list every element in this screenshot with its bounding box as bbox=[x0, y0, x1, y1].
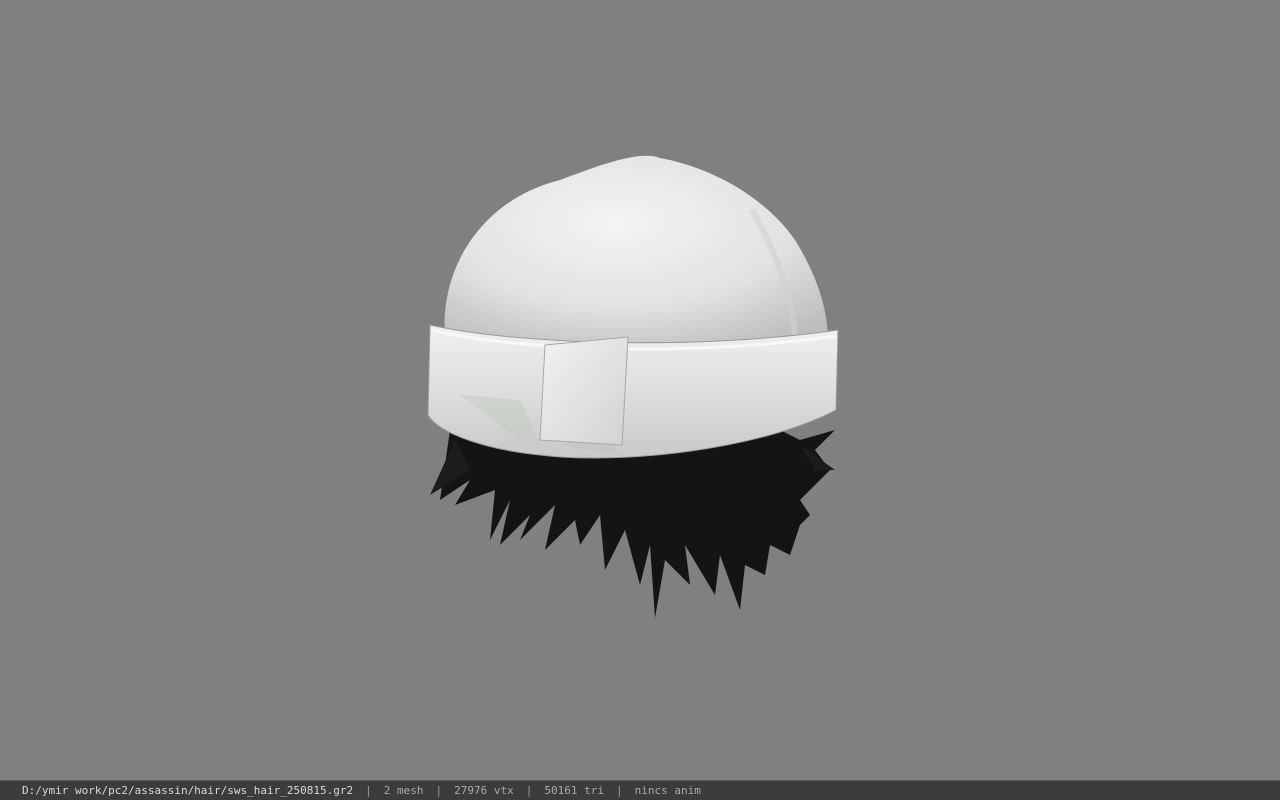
hair-model-render bbox=[427, 155, 839, 618]
animation-info-label: nincs anim bbox=[634, 784, 701, 797]
3d-viewport[interactable] bbox=[0, 0, 1280, 780]
separator: | bbox=[525, 784, 533, 797]
mesh-count-label: 2 mesh bbox=[383, 784, 424, 797]
file-path-label: D:/ymir work/pc2/assassin/hair/sws_hair_… bbox=[22, 784, 354, 797]
separator: | bbox=[435, 784, 443, 797]
separator: | bbox=[615, 784, 623, 797]
cap-tab bbox=[539, 336, 629, 446]
status-bar: D:/ymir work/pc2/assassin/hair/sws_hair_… bbox=[0, 780, 1280, 800]
triangle-count-label: 50161 tri bbox=[544, 784, 604, 797]
vertex-count-label: 27976 vtx bbox=[454, 784, 514, 797]
separator: | bbox=[365, 784, 372, 797]
